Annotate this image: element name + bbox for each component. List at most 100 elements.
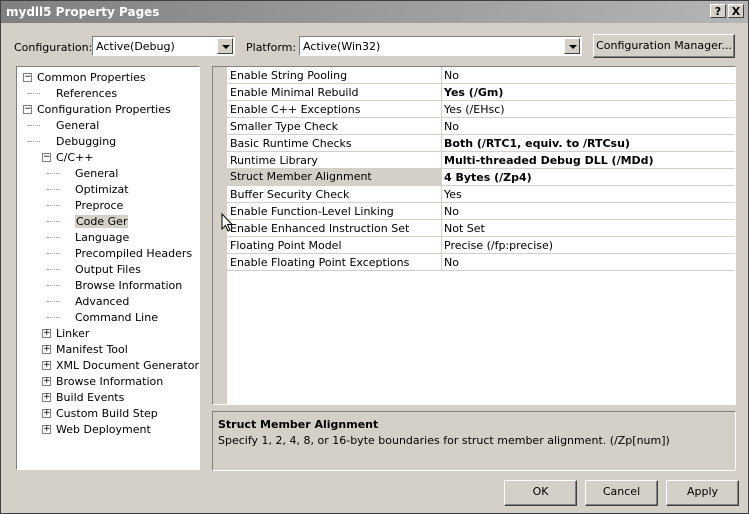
column-separator [441, 152, 442, 168]
tree-node[interactable]: Preproce [17, 197, 199, 213]
property-value[interactable]: 4 Bytes (/Zp4) [444, 171, 532, 184]
property-name: Enable Enhanced Instruction Set [230, 222, 410, 235]
expand-icon[interactable]: + [42, 361, 51, 370]
description-body: Specify 1, 2, 4, 8, or 16-byte boundarie… [218, 434, 670, 447]
tree-node[interactable]: Language [17, 229, 199, 245]
tree-node-label: Browse Information [56, 375, 164, 388]
tree-node[interactable]: + Build Events [17, 389, 199, 405]
cancel-button[interactable]: Cancel [585, 480, 658, 506]
property-value[interactable]: Both (/RTC1, equiv. to /RTCsu) [444, 137, 630, 150]
property-value[interactable]: No [444, 69, 459, 82]
tree-node[interactable]: Output Files [17, 261, 199, 277]
column-separator [441, 67, 442, 83]
tree-node[interactable]: Debugging [17, 133, 199, 149]
property-pages-dialog: mydll5 Property Pages ? X Configuration:… [0, 0, 749, 514]
tree-node-label: C/C++ [56, 151, 94, 164]
property-value[interactable]: No [444, 205, 459, 218]
property-value[interactable]: Precise (/fp:precise) [444, 239, 553, 252]
tree-node[interactable]: Code Ger [17, 213, 199, 229]
tree-node-label: Language [75, 231, 130, 244]
property-row[interactable]: Buffer Security Check Yes [227, 186, 735, 203]
property-value[interactable]: No [444, 120, 459, 133]
property-name: Basic Runtime Checks [230, 137, 352, 150]
expand-icon[interactable]: + [42, 409, 51, 418]
expand-icon[interactable]: + [42, 329, 51, 338]
property-row[interactable]: Enable String Pooling No [227, 67, 735, 84]
tree-node[interactable]: References [17, 85, 199, 101]
property-name: Struct Member Alignment [227, 169, 441, 185]
property-row[interactable]: Struct Member Alignment 4 Bytes (/Zp4) [227, 169, 735, 186]
tree-node[interactable]: Optimizat [17, 181, 199, 197]
tree-node-label: General [56, 119, 100, 132]
property-row[interactable]: Enable Floating Point Exceptions No [227, 254, 735, 271]
tree-node-label: Common Properties [37, 71, 146, 84]
property-value[interactable]: Yes [444, 188, 462, 201]
property-value[interactable]: Yes (/Gm) [444, 86, 503, 99]
tree-node[interactable]: Precompiled Headers [17, 245, 199, 261]
column-separator [441, 84, 442, 100]
property-tree[interactable]: − Common Properties References − Configurati… [16, 66, 200, 470]
column-separator [441, 169, 442, 185]
expand-icon[interactable]: + [42, 425, 51, 434]
tree-node-label: Custom Build Step [56, 407, 158, 420]
property-value[interactable]: Not Set [444, 222, 485, 235]
grid-gutter [213, 67, 227, 404]
expand-icon[interactable]: + [42, 345, 51, 354]
property-row[interactable]: Runtime Library Multi-threaded Debug DLL … [227, 152, 735, 169]
property-row[interactable]: Basic Runtime Checks Both (/RTC1, equiv. … [227, 135, 735, 152]
tree-node[interactable]: Browse Information [17, 277, 199, 293]
property-value[interactable]: Yes (/EHsc) [444, 103, 505, 116]
platform-dropdown[interactable]: Active(Win32) [299, 36, 582, 56]
chevron-down-icon[interactable] [564, 38, 580, 54]
tree-node-label: Build Events [56, 391, 125, 404]
tree-node[interactable]: Command Line [17, 309, 199, 325]
tree-node[interactable]: + Manifest Tool [17, 341, 199, 357]
expand-icon[interactable]: + [42, 377, 51, 386]
collapse-icon[interactable]: − [42, 153, 51, 162]
tree-node[interactable]: General [17, 165, 199, 181]
tree-node[interactable]: − Configuration Properties [17, 101, 199, 117]
tree-node[interactable]: + Browse Information [17, 373, 199, 389]
collapse-icon[interactable]: − [23, 73, 32, 82]
tree-connector [47, 189, 59, 190]
collapse-icon[interactable]: − [23, 105, 32, 114]
tree-node[interactable]: Advanced [17, 293, 199, 309]
property-row[interactable]: Floating Point Model Precise (/fp:precise… [227, 237, 735, 254]
title-bar[interactable]: mydll5 Property Pages ? X [1, 1, 748, 23]
tree-node[interactable]: + Custom Build Step [17, 405, 199, 421]
tree-node[interactable]: − C/C++ [17, 149, 199, 165]
apply-button[interactable]: Apply [666, 480, 739, 506]
tree-connector [28, 125, 40, 126]
tree-node-label: Browse Information [75, 279, 183, 292]
ok-button[interactable]: OK [504, 480, 577, 506]
property-grid[interactable]: Enable String Pooling No Enable Minimal Re… [212, 66, 736, 405]
column-separator [441, 220, 442, 236]
property-row[interactable]: Enable Enhanced Instruction Set Not Set [227, 220, 735, 237]
property-row[interactable]: Smaller Type Check No [227, 118, 735, 135]
configuration-dropdown[interactable]: Active(Debug) [92, 36, 235, 56]
property-row[interactable]: Enable C++ Exceptions Yes (/EHsc) [227, 101, 735, 118]
chevron-down-icon[interactable] [217, 38, 233, 54]
expand-icon[interactable]: + [42, 393, 51, 402]
property-name: Enable C++ Exceptions [230, 103, 361, 116]
property-name: Floating Point Model [230, 239, 342, 252]
property-value[interactable]: No [444, 256, 459, 269]
help-button[interactable]: ? [710, 4, 726, 18]
close-button[interactable]: X [728, 4, 744, 18]
property-name: Enable Function-Level Linking [230, 205, 394, 218]
tree-node-label: Precompiled Headers [75, 247, 193, 260]
property-row[interactable]: Enable Minimal Rebuild Yes (/Gm) [227, 84, 735, 101]
property-row[interactable]: Enable Function-Level Linking No [227, 203, 735, 220]
property-value[interactable]: Multi-threaded Debug DLL (/MDd) [444, 154, 654, 167]
tree-node-label: General [75, 167, 119, 180]
configuration-manager-button[interactable]: Configuration Manager... [593, 34, 735, 58]
column-separator [441, 186, 442, 202]
tree-node[interactable]: General [17, 117, 199, 133]
tree-node[interactable]: + Web Deployment [17, 421, 199, 437]
property-name: Enable String Pooling [230, 69, 348, 82]
tree-node[interactable]: − Common Properties [17, 69, 199, 85]
tree-node[interactable]: + XML Document Generator [17, 357, 199, 373]
tree-node-label: Preproce [75, 199, 124, 212]
tree-node[interactable]: + Linker [17, 325, 199, 341]
tree-node-label: Linker [56, 327, 90, 340]
